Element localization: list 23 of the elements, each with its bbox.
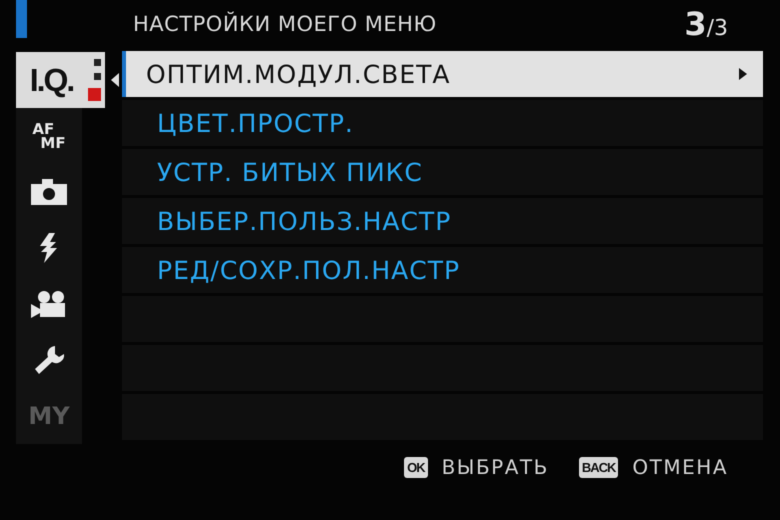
my-tab-label: MY (28, 402, 70, 430)
movie-camera-icon (31, 290, 67, 318)
menu-title: НАСТРОЙКИ МОЕГО МЕНЮ (133, 12, 437, 36)
key-badge: BACK (578, 456, 618, 478)
menu-item[interactable]: ЦВЕТ.ПРОСТР. (122, 100, 763, 146)
menu-item[interactable]: РЕД/СОХР.ПОЛ.НАСТР (122, 247, 763, 293)
menu-item[interactable]: ОПТИМ.МОДУЛ.СВЕТА (122, 51, 763, 97)
pointer-icon (111, 73, 119, 87)
key-hint: ОТМЕНА (632, 455, 728, 479)
iq-tab-label: I.Q. (30, 62, 74, 98)
menu-item[interactable]: ВЫБЕР.ПОЛЬЗ.НАСТР (122, 198, 763, 244)
page-total: /3 (706, 16, 728, 41)
wrench-icon (33, 345, 65, 375)
page-dots-icon (88, 59, 102, 101)
key-badge: OK (404, 456, 428, 478)
key-hint: ВЫБРАТЬ (442, 455, 549, 479)
af-mf-tab-label: AF MF (32, 122, 66, 150)
lightning-icon (39, 233, 59, 263)
menu-tab[interactable]: AF MF (16, 108, 82, 164)
camera-icon (31, 179, 67, 205)
page-number: 3 (684, 5, 707, 43)
scroll-indicator (16, 0, 27, 38)
menu-item[interactable]: УСТР. БИТЫХ ПИКС (122, 149, 763, 195)
